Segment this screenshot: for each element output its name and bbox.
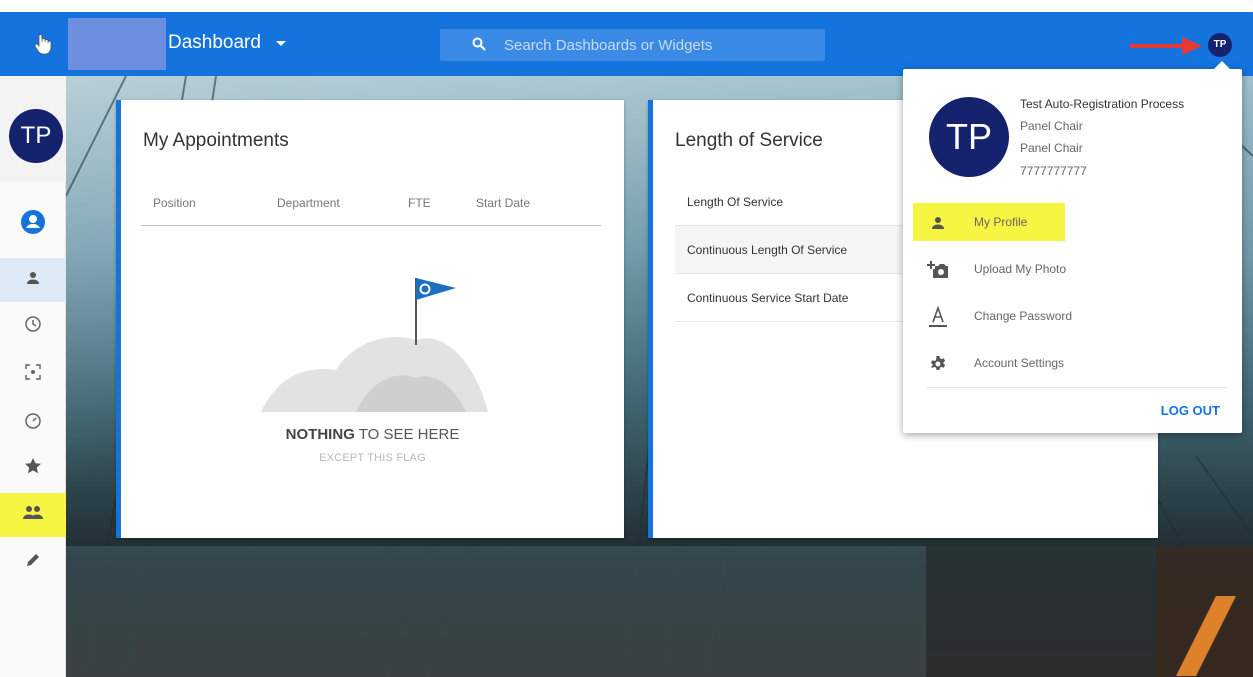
empty-state-bold: NOTHING — [285, 426, 355, 443]
appointments-title: My Appointments — [143, 130, 289, 151]
profile-role: Panel Chair — [1020, 141, 1083, 155]
search-bar — [440, 29, 825, 61]
sidebar-item-timer[interactable] — [0, 400, 66, 444]
sidebar-item-profile[interactable] — [0, 258, 66, 302]
profile-role: Panel Chair — [1020, 119, 1083, 133]
table-header-divider — [141, 225, 601, 226]
pencil-icon — [25, 552, 41, 573]
empty-state-title: NOTHING TO SEE HERE — [121, 426, 624, 443]
person-icon — [25, 270, 41, 291]
search-icon — [472, 37, 486, 56]
search-input[interactable] — [504, 33, 804, 57]
flag-mountain-illustration — [261, 278, 488, 412]
menu-item-label: My Profile — [974, 215, 1028, 229]
logout-button[interactable]: LOG OUT — [1161, 403, 1220, 418]
user-avatar-button[interactable]: TP — [1208, 33, 1232, 57]
profile-name: Test Auto-Registration Process — [1020, 97, 1185, 111]
timer-icon — [24, 411, 42, 434]
column-header-start-date[interactable]: Start Date — [476, 196, 530, 210]
red-arrow-icon — [1130, 33, 1204, 64]
sidebar-item-edit[interactable] — [0, 540, 66, 584]
menu-item-label: Account Settings — [974, 356, 1065, 370]
menu-item-label: Change Password — [974, 309, 1073, 323]
menu-item-change-password[interactable]: Change Password — [913, 297, 1233, 335]
sidebar-item-history[interactable] — [0, 304, 66, 348]
profile-dropdown: TP Test Auto-Registration Process Panel … — [903, 61, 1242, 433]
org-logo[interactable] — [68, 18, 166, 70]
empty-state-subtitle: EXCEPT THIS FLAG — [319, 452, 426, 464]
menu-item-upload-photo[interactable]: Upload My Photo — [913, 250, 1233, 288]
left-sidebar: TP — [0, 76, 66, 677]
text-format-icon — [927, 306, 949, 328]
people-icon — [22, 505, 44, 526]
dashboard-title[interactable]: Dashboard — [168, 32, 261, 54]
sidebar-avatar[interactable]: TP — [9, 109, 63, 163]
sidebar-item-people[interactable] — [0, 493, 66, 537]
dropdown-notch — [1214, 61, 1230, 69]
profile-avatar: TP — [929, 97, 1009, 177]
service-title: Length of Service — [675, 130, 823, 151]
sidebar-item-focus[interactable] — [0, 352, 66, 396]
person-icon — [927, 212, 949, 234]
add-photo-icon — [927, 259, 949, 281]
star-icon — [24, 457, 42, 480]
profile-phone: 7777777777 — [1020, 164, 1087, 178]
menu-divider — [927, 387, 1227, 388]
menu-item-my-profile[interactable]: My Profile — [913, 203, 1065, 241]
menu-item-account-settings[interactable]: Account Settings — [913, 344, 1233, 382]
clock-icon — [24, 315, 42, 338]
column-header-fte[interactable]: FTE — [408, 196, 431, 210]
focus-icon — [24, 363, 42, 386]
empty-state-rest: TO SEE HERE — [354, 426, 460, 443]
column-header-position[interactable]: Position — [153, 196, 196, 210]
gear-icon — [927, 353, 949, 375]
hand-pointer-icon[interactable] — [30, 32, 54, 56]
sidebar-item-account[interactable] — [0, 202, 66, 246]
menu-item-label: Upload My Photo — [974, 262, 1067, 276]
sidebar-item-favorites[interactable] — [0, 446, 66, 490]
account-circle-icon — [20, 209, 46, 240]
chevron-down-icon[interactable] — [276, 41, 286, 46]
top-bar: Dashboard TP — [0, 12, 1253, 76]
appointments-card: My Appointments Position Department FTE … — [116, 100, 624, 538]
column-header-department[interactable]: Department — [277, 196, 340, 210]
